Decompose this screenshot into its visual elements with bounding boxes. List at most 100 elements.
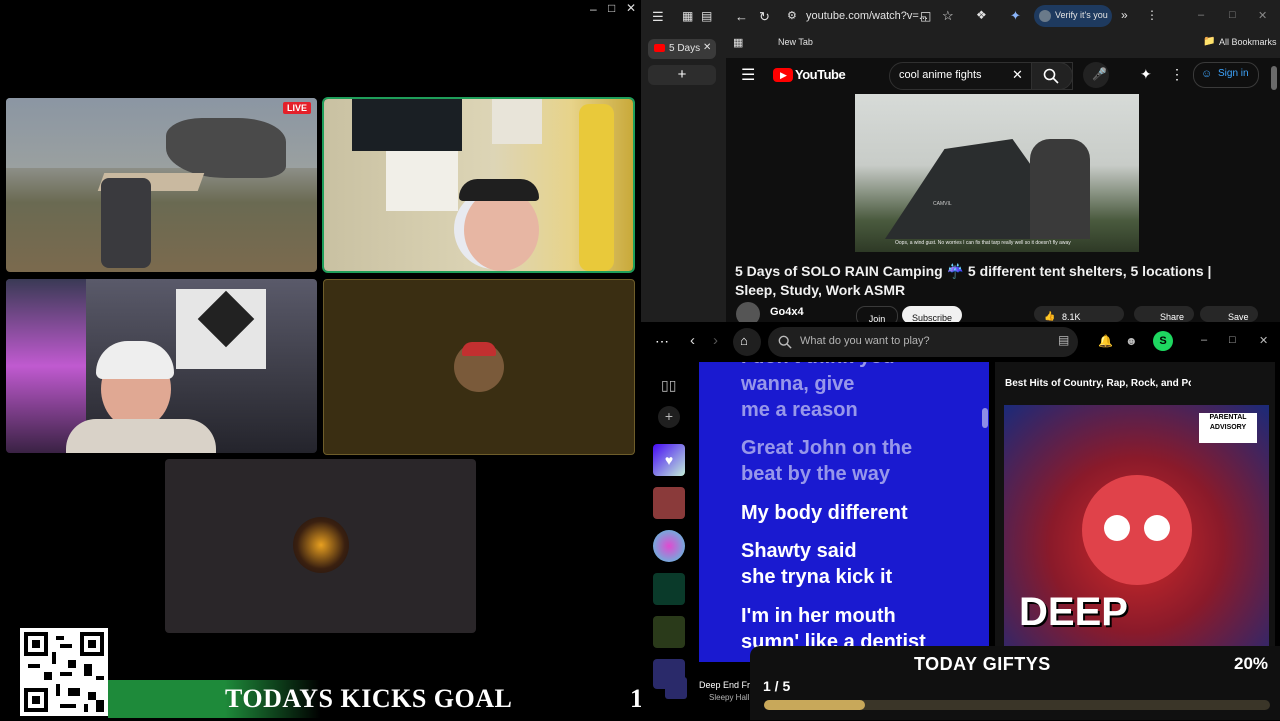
spotify-search-input[interactable]: What do you want to play? ▤	[768, 327, 1078, 357]
now-playing-artist[interactable]: Sleepy Hall	[709, 693, 749, 702]
bandana	[96, 341, 174, 379]
tab-search-icon[interactable]: ▤	[701, 9, 712, 23]
search-icon	[1043, 68, 1059, 84]
now-playing-cover[interactable]	[665, 677, 687, 699]
nav-forward-icon[interactable]: ›	[713, 332, 718, 349]
bookmark-new-tab[interactable]: New Tab	[778, 37, 813, 47]
now-playing-title[interactable]: Deep End Fr	[699, 680, 750, 690]
yellow-coat	[579, 104, 614, 271]
home-button[interactable]: ⌂	[733, 328, 761, 356]
workspaces-icon[interactable]: ▦	[682, 9, 693, 23]
participant-tile-3[interactable]	[323, 279, 635, 455]
lyric-line: Shawty said	[741, 540, 857, 562]
sign-in-button[interactable]: ☺ Sign in	[1193, 62, 1259, 88]
player-gun	[101, 178, 151, 268]
address-bar[interactable]: youtube.com/watch?v=...	[806, 10, 928, 22]
sidebar-artist-1[interactable]	[653, 530, 685, 562]
minimize-icon[interactable]: –	[590, 2, 597, 16]
channel-name[interactable]: Go4x4	[770, 306, 804, 318]
lyric-line: I'm in her mouth	[741, 605, 896, 627]
more-tabs-icon[interactable]: »	[1121, 8, 1128, 22]
video-title: 5 Days of SOLO RAIN Camping ☔ 5 differen…	[735, 263, 1212, 298]
tab-active[interactable]: 5 Days ✕	[648, 39, 716, 59]
browser-close-icon[interactable]: ✕	[1258, 9, 1267, 22]
close-icon[interactable]: ✕	[626, 1, 636, 15]
devil-character	[1082, 475, 1192, 585]
gift-goal-title: TODAY GIFTYS	[914, 654, 1051, 674]
all-bookmarks[interactable]: All Bookmarks	[1219, 37, 1277, 47]
tab-title: 5 Days	[669, 43, 701, 54]
lyric-line: wanna, give	[741, 373, 855, 395]
video-watermark: CAMVIL	[933, 201, 952, 207]
youtube-logo-icon[interactable]: ▶	[773, 68, 793, 82]
search-button[interactable]	[1031, 62, 1073, 90]
jersey-poster	[492, 99, 542, 144]
rock-debris	[166, 118, 286, 178]
whats-new-icon[interactable]: 🔔	[1098, 334, 1113, 348]
friend-activity-icon[interactable]: ☻	[1125, 334, 1138, 348]
tab-close-icon[interactable]: ✕	[703, 42, 711, 53]
apps-icon[interactable]: ▦	[733, 36, 743, 49]
lyric-line-current: My body different	[741, 502, 908, 524]
clear-search-icon[interactable]: ✕	[1012, 67, 1023, 83]
search-placeholder: What do you want to play?	[800, 335, 930, 347]
library-icon[interactable]: ▯▯	[661, 377, 676, 394]
maximize-icon[interactable]: □	[608, 1, 615, 15]
sign-in-label: Sign in	[1218, 68, 1249, 79]
game-feed-tile[interactable]: LIVE	[6, 98, 317, 272]
liked-songs-icon[interactable]: ♥	[653, 444, 685, 476]
playlist-title[interactable]: Best Hits of Country, Rap, Rock, and Po	[1005, 378, 1191, 389]
stream-window: – □ ✕ LIVE TODAYS KICKS GOAL	[0, 0, 682, 720]
home-icon: ⌂	[740, 333, 748, 348]
gemini-icon[interactable]: ✦	[1010, 8, 1021, 24]
webcam-tile-1[interactable]	[324, 99, 633, 271]
notifications-icon[interactable]: ✦	[1140, 66, 1152, 83]
youtube-logo-text[interactable]: YouTube	[795, 67, 846, 82]
spotify-minimize-icon[interactable]: –	[1201, 334, 1207, 346]
like-count: 8.1K	[1062, 312, 1081, 322]
streamer-face	[464, 189, 539, 271]
back-icon[interactable]: ←	[735, 9, 748, 24]
sidebar-playlist-2[interactable]	[653, 573, 685, 605]
verify-identity-button[interactable]: Verify it's you	[1034, 5, 1112, 27]
sidebar-playlist-1[interactable]	[653, 487, 685, 519]
spotify-close-icon[interactable]: ✕	[1259, 334, 1268, 347]
voice-search-button[interactable]: 🎤	[1083, 62, 1109, 88]
gift-goal-count: 1 / 5	[763, 678, 791, 694]
sidebar-playlist-3[interactable]	[653, 616, 685, 648]
spotify-maximize-icon[interactable]: □	[1229, 334, 1236, 346]
like-icon: 👍	[1044, 311, 1056, 321]
browser-minimize-icon[interactable]: –	[1198, 9, 1204, 21]
install-icon[interactable]: ◱	[920, 9, 931, 23]
create-playlist-button[interactable]: +	[658, 406, 680, 428]
spotify-menu-icon[interactable]: ⋯	[655, 333, 669, 350]
reload-icon[interactable]: ↻	[759, 9, 770, 25]
devil-eye-right	[1144, 515, 1170, 541]
site-info-icon[interactable]: ⚙	[787, 9, 797, 22]
user-avatar[interactable]: S	[1153, 331, 1173, 351]
bookmark-star-icon[interactable]: ☆	[942, 8, 954, 24]
kicks-goal-label: TODAYS KICKS GOAL	[225, 684, 513, 713]
whiteboard	[386, 151, 458, 211]
gift-progress-fill	[764, 700, 866, 710]
folder-icon: 📁	[1203, 36, 1216, 47]
youtube-settings-icon[interactable]: ⋮	[1170, 66, 1184, 83]
like-button[interactable]: 👍 8.1K	[1034, 306, 1124, 322]
save-label: Save	[1228, 312, 1249, 322]
browser-maximize-icon[interactable]: □	[1229, 9, 1236, 21]
hamburger-menu-icon[interactable]: ☰	[741, 65, 755, 85]
participant-tile-4[interactable]	[165, 459, 476, 633]
sidebar-toggle-icon[interactable]: ☰	[652, 9, 664, 25]
search-icon	[778, 335, 792, 349]
lyrics-scrollbar[interactable]	[982, 408, 988, 428]
extensions-icon[interactable]: ❖	[976, 8, 987, 22]
new-tab-button[interactable]: +	[648, 65, 716, 85]
video-player[interactable]: CAMVIL Oops, a wind gust. No worries I c…	[855, 94, 1139, 252]
share-button[interactable]: Share	[1134, 306, 1194, 322]
save-button[interactable]: Save	[1200, 306, 1258, 322]
browser-menu-icon[interactable]: ⋮	[1146, 8, 1158, 22]
webcam-tile-2[interactable]	[6, 279, 317, 453]
page-scrollbar[interactable]	[1271, 66, 1277, 90]
nav-back-icon[interactable]: ‹	[690, 332, 695, 349]
browse-icon[interactable]: ▤	[1058, 333, 1069, 347]
